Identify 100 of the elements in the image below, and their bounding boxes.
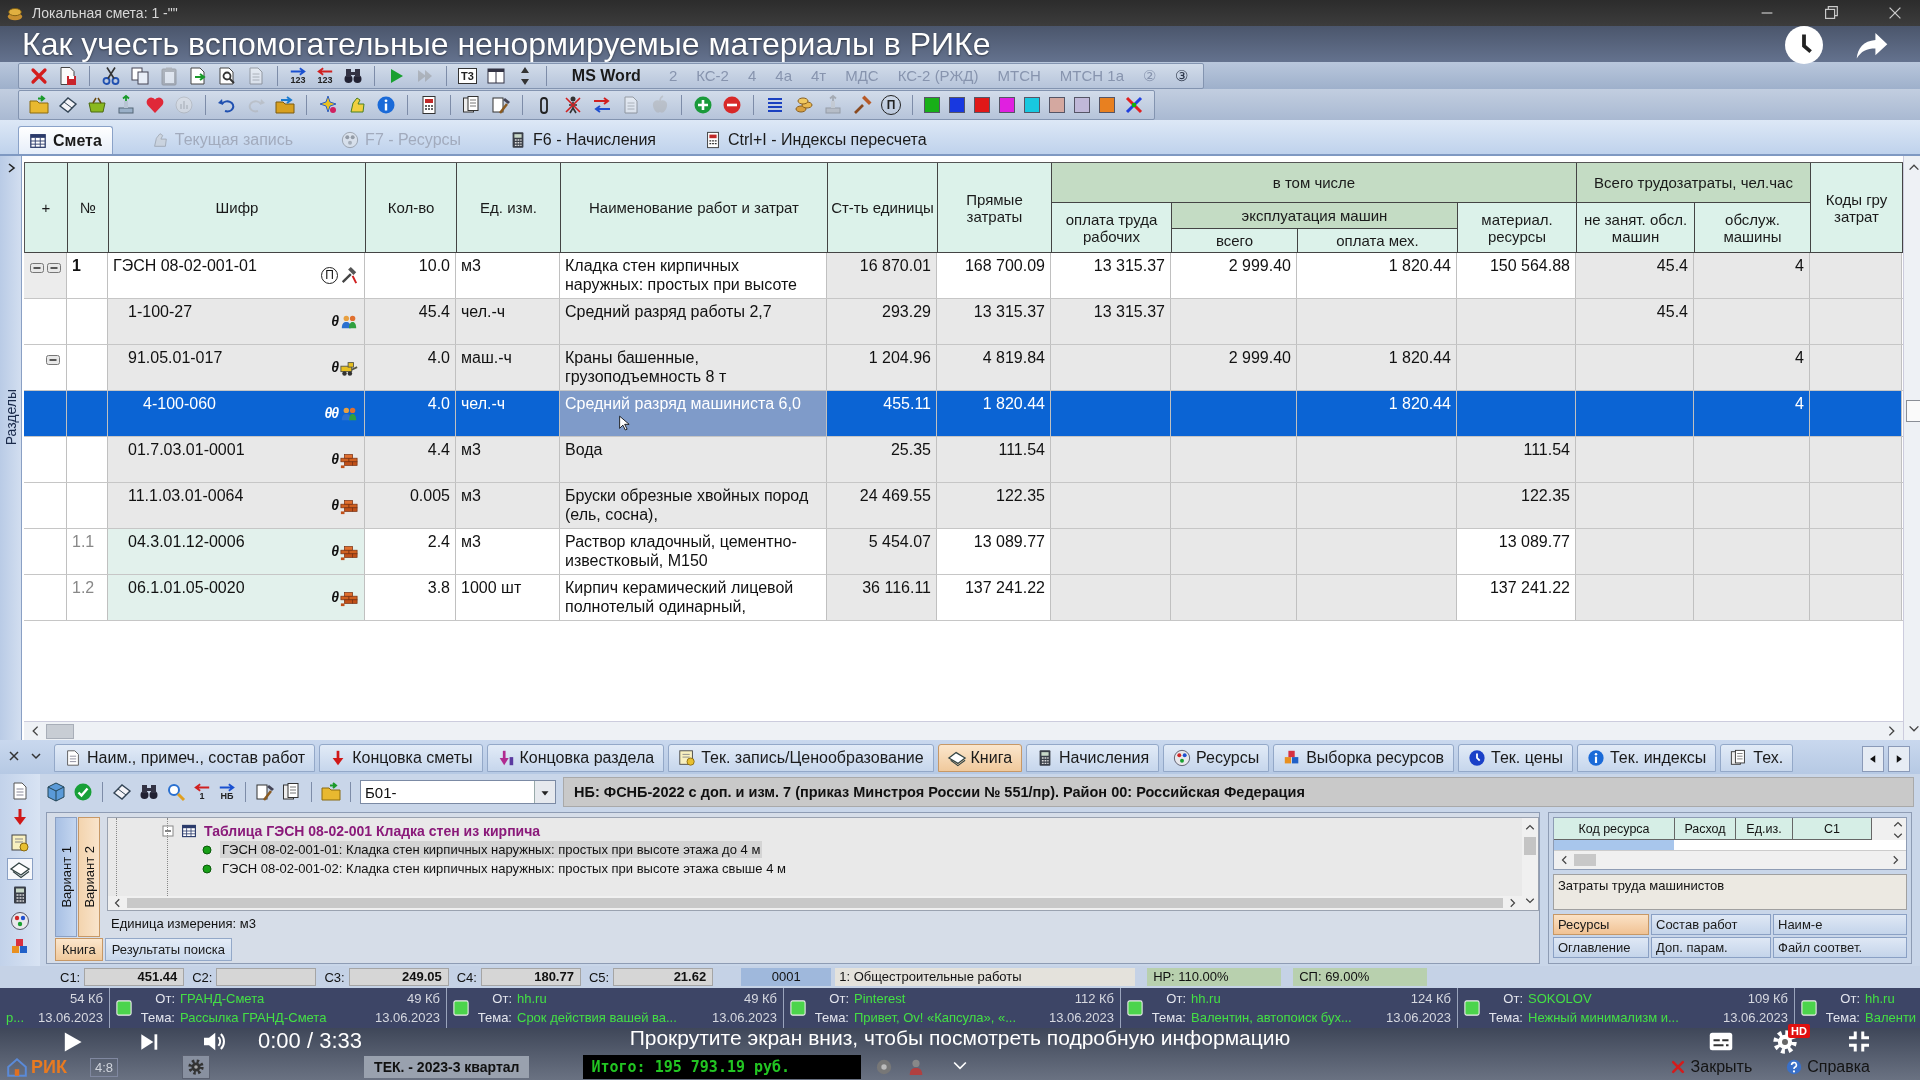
tab[interactable]: Тек. индексы: [1577, 744, 1717, 772]
variant-tab[interactable]: Вариант 2: [78, 817, 100, 937]
chevron-down-icon[interactable]: [951, 1060, 969, 1070]
tab[interactable]: Ресурсы: [1553, 914, 1649, 935]
tab[interactable]: F6 - Начисления: [499, 126, 667, 154]
restore-icon[interactable]: [1822, 4, 1840, 22]
numbering-button[interactable]: 123: [316, 66, 334, 85]
tab[interactable]: Доп. парам.: [1651, 937, 1771, 958]
export-button[interactable]: MS Word: [557, 66, 655, 85]
numbering-button[interactable]: 123: [289, 66, 307, 85]
hammer-document-icon[interactable]: [255, 782, 275, 802]
table-row[interactable]: 1-100-27 θ 45.4 чел.-ч Средний разряд работы 2,7 293.29 13 315.37 13 315.37 45.4: [24, 299, 1903, 345]
tab[interactable]: Тек. запись/Ценообразование: [668, 744, 934, 772]
documents-icon[interactable]: [462, 94, 482, 115]
tree-item[interactable]: Таблица ГЭСН 08-02-001 Кладка стен из кирпича: [204, 823, 541, 839]
tab[interactable]: Оглавление: [1553, 937, 1649, 958]
info-icon[interactable]: [376, 94, 396, 115]
eraser-icon[interactable]: [112, 782, 132, 802]
tab[interactable]: Тек. цены: [1458, 744, 1573, 772]
color-swatch-icon[interactable]: [1074, 96, 1090, 113]
scrollbar-thumb[interactable]: [46, 723, 74, 739]
tree-item[interactable]: ГЭСН 08-02-001-02: Кладка стен кирпичных наружных: простых при высоте этажа свыше 4 м: [220, 860, 788, 877]
tab[interactable]: Результаты поиска: [104, 938, 232, 961]
scrollbar-thumb[interactable]: [1524, 837, 1536, 855]
variant-tab[interactable]: Вариант 1: [55, 817, 77, 937]
tab[interactable]: Выборка ресурсов: [1273, 744, 1455, 772]
table-row[interactable]: 11.1.03.01-0064 θ 0.005 м3 Бруски обрезные хвойных пород (ель, сосна), 24 469.55 122.35 122.35: [24, 483, 1903, 529]
tab-scroll-button[interactable]: [1888, 746, 1910, 772]
cube-icon[interactable]: [46, 782, 66, 802]
color-swatch-icon[interactable]: [1024, 96, 1040, 113]
gavel-icon[interactable]: [852, 94, 872, 115]
document-arrow-icon[interactable]: [188, 65, 208, 86]
scrollbar-thumb[interactable]: [1905, 400, 1920, 422]
tree-toggle[interactable]: [45, 354, 61, 366]
coins-icon[interactable]: [794, 94, 814, 115]
copy-icon[interactable]: [130, 65, 150, 86]
document-search-icon[interactable]: [217, 65, 237, 86]
table-button[interactable]: T3: [458, 67, 477, 84]
next-icon[interactable]: [138, 1031, 160, 1053]
scrollbar-thumb[interactable]: [127, 898, 1503, 908]
color-swatch-icon[interactable]: [974, 96, 990, 113]
tab[interactable]: Концовка сметы: [319, 744, 483, 772]
close-icon[interactable]: [29, 65, 49, 86]
collection-dropdown[interactable]: Б01-: [360, 780, 556, 804]
table-row[interactable]: 4-100-060 θθ 4.0 чел.-ч Средний разряд машиниста 6,0 455.11 1 820.44 1 820.44 4: [24, 391, 1903, 437]
swap-icon[interactable]: [592, 94, 612, 115]
table-row[interactable]: 1 ГЭСН 08-02-001-01 П 10.0 м3 Кладка стен кирпичных наружных: простых при высоте 16 870.01 168 700.09 13 315.37 2 999.40 1 820.44 150 564.88 45.4 4: [24, 253, 1903, 299]
table-row[interactable]: 91.05.01-017 θ 4.0 маш.-ч Краны башенные, грузоподъемность 8 т 1 204.96 4 819.84 2 999.40 1 820.44 4: [24, 345, 1903, 391]
tab[interactable]: Ctrl+I - Индексы пересчета: [694, 126, 937, 154]
cross-icon[interactable]: [1124, 94, 1144, 115]
table-row[interactable]: 1.1 04.3.01.12-0006 θ 2.4 м3 Раствор кладочный, цементно-известковый, М150 5 454.07 13 089.77 13 089.77: [24, 529, 1903, 575]
color-swatch-icon[interactable]: [1099, 96, 1115, 113]
check-icon[interactable]: [73, 782, 93, 802]
tab[interactable]: Книга: [937, 744, 1023, 772]
settings-button[interactable]: [182, 1055, 211, 1079]
table-row[interactable]: 1.2 06.1.01.05-0020 θ 3.8 1000 шт Кирпич керамический лицевой полнотелый одинарный, 36 116.11 137 241.22 137 241.22: [24, 575, 1903, 621]
folder-icon[interactable]: [29, 94, 49, 115]
tab[interactable]: Тех.: [1720, 744, 1794, 772]
plus-icon[interactable]: [693, 94, 713, 115]
sort-button[interactable]: 1: [193, 783, 211, 801]
tab[interactable]: Начисления: [1026, 744, 1160, 772]
panel-label[interactable]: Разделы: [2, 389, 19, 446]
close-icon[interactable]: [8, 750, 20, 762]
tree-toggle[interactable]: [29, 262, 45, 274]
scissors-icon[interactable]: [101, 65, 121, 86]
clock-icon[interactable]: [1785, 26, 1823, 64]
tool-button[interactable]: [7, 858, 33, 880]
tab[interactable]: Концовка раздела: [486, 744, 665, 772]
binoculars-icon[interactable]: [139, 782, 159, 802]
tab[interactable]: Файл соответ.: [1773, 937, 1907, 958]
description-field[interactable]: Затраты труда машинистов: [1553, 874, 1907, 910]
folder-icon[interactable]: [321, 782, 341, 802]
folder-arrow-icon[interactable]: [275, 94, 295, 115]
eraser-icon[interactable]: [58, 94, 78, 115]
horizontal-scrollbar[interactable]: [108, 896, 1522, 910]
stamp-icon[interactable]: [116, 94, 136, 115]
color-swatch-icon[interactable]: [924, 96, 940, 113]
vertical-scrollbar[interactable]: [1522, 818, 1538, 910]
calculator-icon[interactable]: [419, 94, 439, 115]
tree-toggle[interactable]: [162, 825, 174, 837]
columns-icon[interactable]: [485, 65, 506, 86]
color-swatch-icon[interactable]: [1049, 96, 1065, 113]
chevron-down-icon[interactable]: [30, 750, 42, 762]
minus-icon[interactable]: [722, 94, 742, 115]
vertical-scrollbar[interactable]: [1903, 156, 1920, 740]
tab[interactable]: Книга: [55, 938, 103, 961]
hammer-document-icon[interactable]: [491, 94, 511, 115]
horizontal-scrollbar[interactable]: [24, 721, 1903, 740]
sort-button[interactable]: НБ: [218, 783, 236, 801]
tab-scroll-button[interactable]: [1862, 746, 1884, 772]
tab[interactable]: Состав работ: [1651, 914, 1771, 935]
search-icon[interactable]: [166, 782, 186, 802]
tree-item[interactable]: ГЭСН 08-02-001-01: Кладка стен кирпичных наружных: простых при высоте этажа до 4 м: [220, 841, 763, 858]
sparkle-icon[interactable]: [318, 94, 338, 115]
exit-fullscreen-icon[interactable]: [1846, 1029, 1872, 1054]
table-row[interactable]: 01.7.03.01-0001 θ 4.4 м3 Вода 25.35 111.54 111.54: [24, 437, 1903, 483]
documents-icon[interactable]: [282, 782, 302, 802]
person-cross-icon[interactable]: [563, 94, 583, 115]
save-icon[interactable]: [58, 65, 78, 86]
side-panel-tab[interactable]: Разделы: [0, 156, 22, 740]
